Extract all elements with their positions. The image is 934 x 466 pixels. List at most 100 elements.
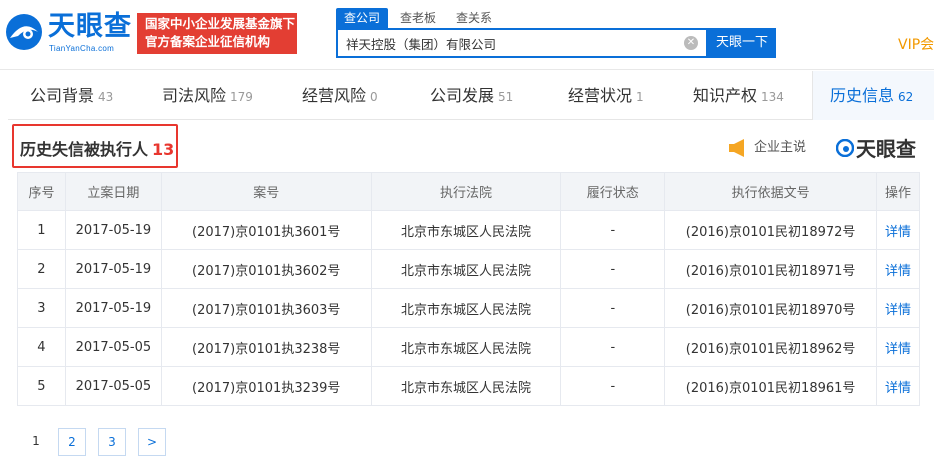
cell-case: (2017)京0101执3602号: [160, 249, 372, 289]
cell-court: 北京市东城区人民法院: [370, 366, 562, 406]
cell-court: 北京市东城区人民法院: [370, 327, 562, 367]
cell-status: -: [560, 210, 666, 250]
brand-eye-icon: [835, 138, 855, 157]
section-title: 历史失信被执行人 13: [20, 136, 174, 160]
official-banner[interactable]: 国家中小企业发展基金旗下 官方备案企业征信机构: [137, 13, 297, 54]
cell-date: 2017-05-05: [64, 366, 162, 406]
clear-icon[interactable]: ✕: [684, 36, 698, 50]
tab-count: 134: [761, 90, 784, 104]
brand-watermark: 天眼查: [835, 133, 916, 161]
detail-link[interactable]: 详情: [876, 327, 920, 367]
tab-operating-risk[interactable]: 经营风险 0: [302, 71, 378, 120]
vip-link[interactable]: VIP会: [898, 34, 934, 54]
cell-status: -: [560, 327, 666, 367]
page-2[interactable]: 2: [58, 428, 86, 456]
tab-business-status[interactable]: 经营状况 1: [568, 71, 644, 120]
cell-case: (2017)京0101执3238号: [160, 327, 372, 367]
cell-basis: (2016)京0101民初18970号: [664, 288, 878, 328]
detail-link[interactable]: 详情: [876, 288, 920, 328]
next-page-button[interactable]: >: [138, 428, 166, 456]
section-title-box: 历史失信被执行人 13: [12, 124, 178, 168]
cell-court: 北京市东城区人民法院: [370, 288, 562, 328]
cell-basis: (2016)京0101民初18971号: [664, 249, 878, 289]
col-header-action: 操作: [876, 172, 920, 211]
megaphone-icon: [729, 138, 744, 157]
cell-basis: (2016)京0101民初18962号: [664, 327, 878, 367]
nav-divider: [812, 71, 813, 120]
cell-status: -: [560, 288, 666, 328]
owner-say-link[interactable]: 企业主说: [728, 136, 807, 157]
cell-court: 北京市东城区人民法院: [370, 249, 562, 289]
logo-text: 天眼查: [48, 11, 132, 42]
tianyancha-logo[interactable]: 天眼查 TianYanCha.com: [4, 10, 132, 56]
owner-say-label: 企业主说: [754, 140, 807, 155]
detail-link[interactable]: 详情: [876, 249, 920, 289]
dishonest-executee-table: 序号 立案日期 案号 执行法院 履行状态 执行依据文号 操作 1 2017-05…: [17, 172, 920, 406]
col-header-date: 立案日期: [64, 172, 162, 211]
cell-status: -: [560, 366, 666, 406]
tab-company-development[interactable]: 公司发展 51: [430, 71, 513, 120]
tab-count: 179: [230, 90, 253, 104]
cell-case: (2017)京0101执3603号: [160, 288, 372, 328]
tab-history-info[interactable]: 历史信息 62: [830, 71, 913, 120]
table-row: 5 2017-05-05 (2017)京0101执3239号 北京市东城区人民法…: [17, 366, 920, 406]
section-count: 13: [152, 140, 175, 159]
tab-company-background[interactable]: 公司背景 43: [30, 71, 113, 120]
tab-label: 公司背景: [30, 86, 95, 105]
table-row: 1 2017-05-19 (2017)京0101执3601号 北京市东城区人民法…: [17, 210, 920, 250]
tab-search-boss[interactable]: 查老板: [400, 8, 436, 28]
col-header-case: 案号: [160, 172, 372, 211]
search-button[interactable]: 天眼一下: [708, 28, 776, 58]
cell-basis: (2016)京0101民初18972号: [664, 210, 878, 250]
col-header-basis: 执行依据文号: [664, 172, 878, 211]
cell-date: 2017-05-19: [64, 288, 162, 328]
brand-text: 天眼查: [856, 137, 916, 161]
cell-no: 1: [17, 210, 66, 250]
tab-label: 公司发展: [430, 86, 495, 105]
page-3[interactable]: 3: [98, 428, 126, 456]
tab-count: 62: [898, 90, 914, 104]
cell-date: 2017-05-19: [64, 210, 162, 250]
cell-case: (2017)京0101执3601号: [160, 210, 372, 250]
cell-date: 2017-05-19: [64, 249, 162, 289]
table-row: 3 2017-05-19 (2017)京0101执3603号 北京市东城区人民法…: [17, 288, 920, 328]
tab-judicial-risk[interactable]: 司法风险 179: [162, 71, 253, 120]
table-row: 2 2017-05-19 (2017)京0101执3602号 北京市东城区人民法…: [17, 249, 920, 289]
table-header-row: 序号 立案日期 案号 执行法院 履行状态 执行依据文号 操作: [17, 172, 920, 211]
tab-count: 51: [498, 90, 514, 104]
section-title-label: 历史失信被执行人: [20, 140, 149, 159]
tab-label: 经营风险: [302, 86, 367, 105]
company-nav-tabs: 公司背景 43 司法风险 179 经营风险 0 公司发展 51 经营状况 1 知识产权 13…: [8, 71, 934, 120]
cell-case: (2017)京0101执3239号: [160, 366, 372, 406]
tab-count: 0: [370, 90, 378, 104]
tab-label: 经营状况: [568, 86, 633, 105]
search-input[interactable]: [338, 30, 678, 56]
tab-label: 历史信息: [830, 86, 895, 105]
page-1[interactable]: 1: [22, 428, 50, 456]
cell-no: 3: [17, 288, 66, 328]
col-header-status: 履行状态: [560, 172, 666, 211]
cell-status: -: [560, 249, 666, 289]
cell-no: 5: [17, 366, 66, 406]
tab-search-company[interactable]: 查公司: [336, 8, 389, 28]
cell-basis: (2016)京0101民初18961号: [664, 366, 878, 406]
detail-link[interactable]: 详情: [876, 210, 920, 250]
search-box: ✕: [336, 28, 708, 58]
tab-search-relation[interactable]: 查关系: [456, 8, 492, 28]
banner-line-2: 官方备案企业征信机构: [145, 34, 271, 49]
cell-date: 2017-05-05: [64, 327, 162, 367]
tab-intellectual-property[interactable]: 知识产权 134: [693, 71, 784, 120]
banner-line-1: 国家中小企业发展基金旗下: [145, 16, 296, 31]
col-header-no: 序号: [17, 172, 66, 211]
tab-count: 43: [98, 90, 114, 104]
top-header: 天眼查 TianYanCha.com 国家中小企业发展基金旗下 官方备案企业征信…: [0, 0, 934, 70]
logo-subtitle: TianYanCha.com: [49, 44, 115, 53]
logo-eye-icon: [6, 14, 42, 50]
cell-no: 2: [17, 249, 66, 289]
cell-court: 北京市东城区人民法院: [370, 210, 562, 250]
tab-label: 司法风险: [162, 86, 227, 105]
tab-label: 知识产权: [693, 86, 758, 105]
detail-link[interactable]: 详情: [876, 366, 920, 406]
cell-no: 4: [17, 327, 66, 367]
col-header-court: 执行法院: [370, 172, 562, 211]
